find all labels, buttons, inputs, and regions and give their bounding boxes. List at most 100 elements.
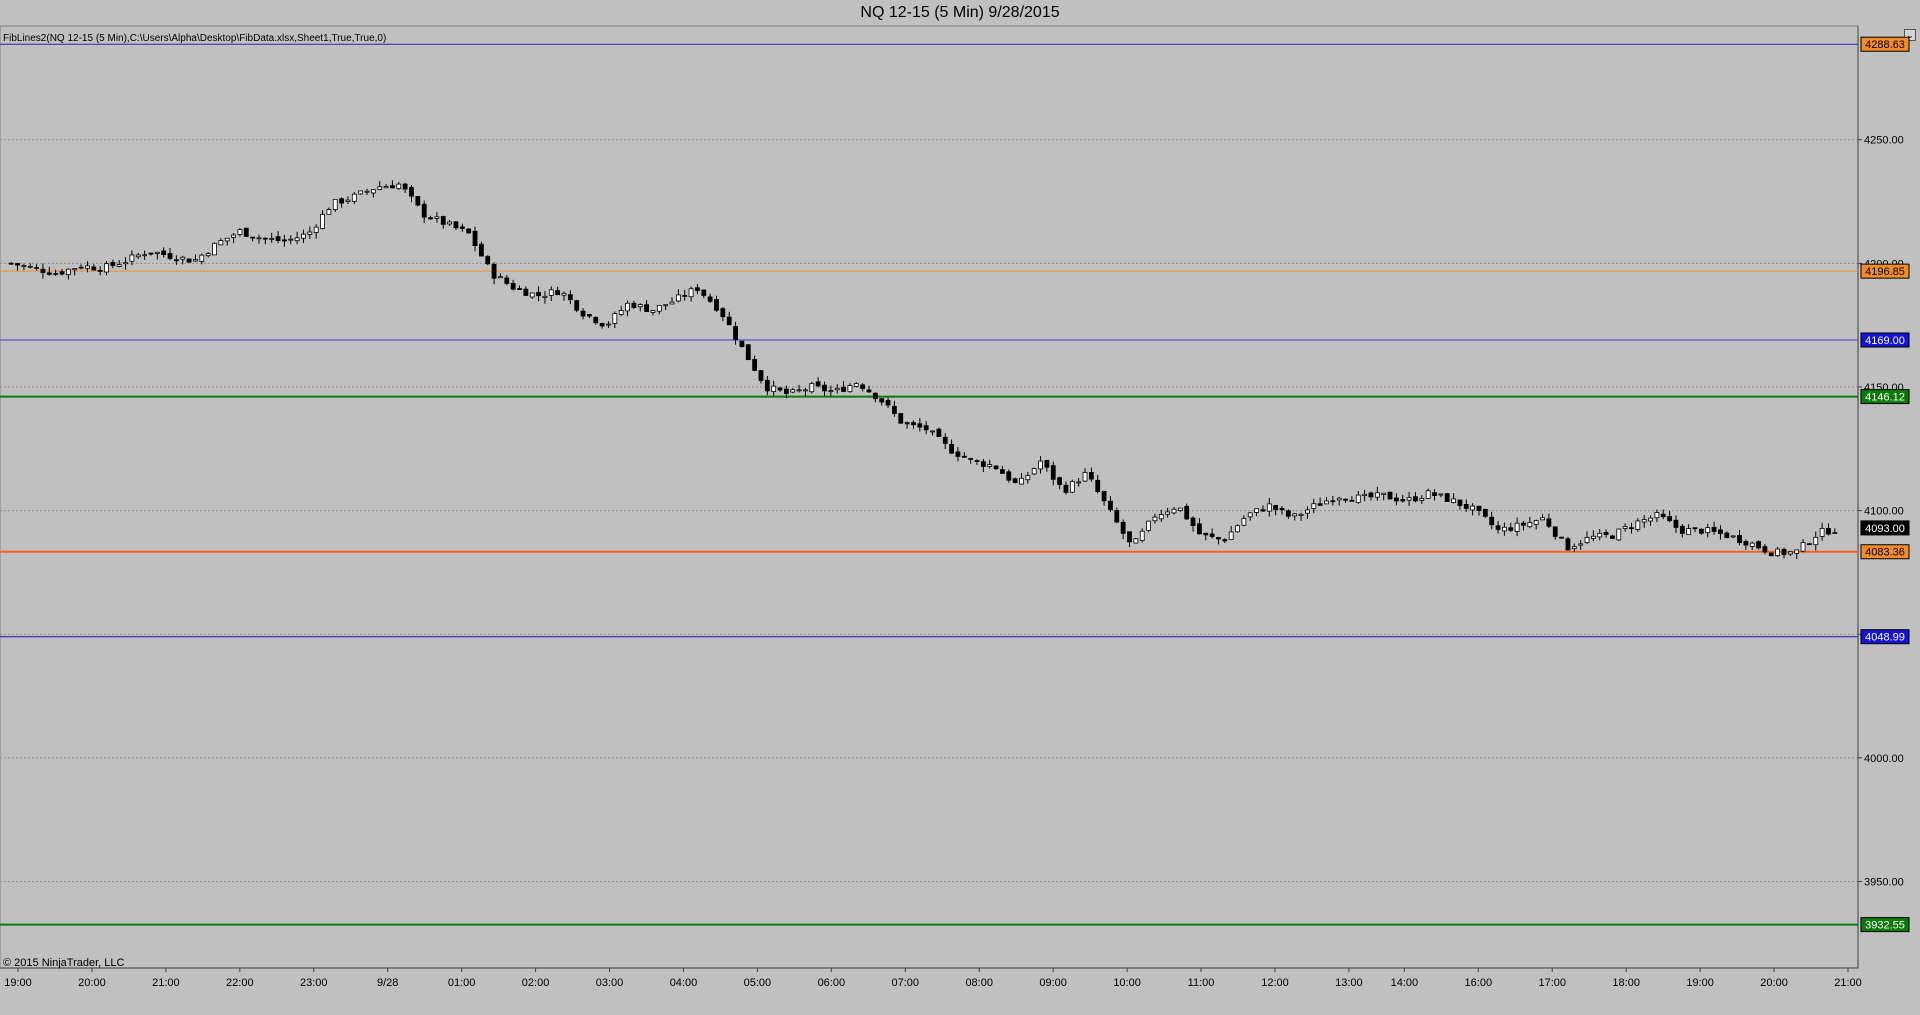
candle-body	[46, 272, 52, 275]
candle-body	[1082, 472, 1088, 482]
candle-body	[1552, 526, 1558, 537]
candle-body	[8, 262, 14, 265]
candle-body	[224, 237, 230, 242]
candle-body	[1826, 528, 1831, 535]
candle-body	[1095, 479, 1101, 492]
candle-body	[682, 294, 688, 297]
candle-body	[129, 254, 135, 262]
candle-body	[993, 465, 999, 470]
candle-body	[1235, 525, 1240, 533]
candle-body	[1527, 522, 1533, 528]
candle-body	[1216, 537, 1221, 540]
candle-body	[332, 198, 338, 210]
candle-body	[1133, 538, 1139, 544]
candle-body	[97, 269, 103, 272]
candle-body	[91, 266, 97, 271]
candle-body	[1266, 503, 1272, 512]
candle-body	[739, 340, 745, 347]
candle-body	[72, 268, 78, 271]
y-tick-label: 4000.00	[1864, 753, 1904, 765]
candle-body	[1031, 468, 1037, 475]
candle-body	[1139, 530, 1145, 541]
candle-body	[256, 237, 262, 240]
candle-body	[1279, 508, 1285, 511]
candle-body	[1775, 548, 1781, 557]
candle-body	[548, 289, 554, 296]
candle-body	[1692, 527, 1698, 530]
candle-body	[1406, 497, 1412, 501]
candlestick-chart[interactable]: 3950.004000.004050.004100.004150.004200.…	[0, 0, 1920, 1015]
candle-body	[726, 316, 732, 326]
candle-body	[250, 236, 256, 239]
y-tick-label: 3950.00	[1864, 876, 1904, 888]
x-tick-label: 16:00	[1465, 977, 1493, 989]
candle-body	[104, 263, 109, 273]
x-tick-label: 13:00	[1335, 977, 1363, 989]
candle-body	[1425, 490, 1431, 499]
candle-body	[1489, 516, 1495, 526]
x-tick-label: 21:00	[152, 977, 180, 989]
price-badge-label: 4048.99	[1865, 632, 1905, 644]
candle-body	[1127, 531, 1132, 543]
plot-area[interactable]	[0, 25, 1859, 969]
candle-body	[783, 388, 789, 394]
candle-body	[1330, 500, 1336, 503]
x-tick-label: 06:00	[818, 977, 846, 989]
candle-body	[1057, 477, 1063, 485]
candle-body	[1171, 508, 1177, 514]
candle-body	[205, 253, 211, 257]
candle-body	[923, 425, 929, 431]
candle-body	[1667, 516, 1673, 522]
candle-body	[478, 243, 484, 257]
candle-body	[822, 384, 827, 392]
candle-body	[1165, 511, 1171, 515]
candle-body	[1324, 500, 1329, 505]
candle-body	[1120, 521, 1126, 534]
candle-body	[1260, 509, 1266, 512]
candle-body	[879, 398, 885, 403]
candle-body	[1495, 525, 1501, 530]
candle-body	[529, 292, 535, 298]
candle-body	[892, 405, 897, 414]
candle-body	[536, 291, 541, 297]
candle-body	[237, 229, 243, 235]
candle-body	[764, 379, 770, 392]
candle-body	[1019, 477, 1024, 485]
candle-body	[1584, 536, 1590, 544]
candle-body	[1648, 517, 1653, 522]
candle-body	[587, 314, 592, 317]
candle-body	[1718, 529, 1723, 534]
candle-body	[123, 262, 128, 265]
candle-body	[1832, 532, 1838, 534]
x-tick-label: 03:00	[596, 977, 624, 989]
x-tick-label: 18:00	[1612, 977, 1640, 989]
candle-body	[1190, 517, 1196, 527]
candle-body	[78, 266, 84, 269]
candle-body	[231, 234, 236, 238]
candle-body	[243, 227, 249, 237]
candle-body	[313, 226, 319, 233]
candle-body	[961, 455, 967, 458]
price-badge-label: 4288.63	[1865, 39, 1905, 51]
candle-body	[351, 193, 357, 202]
candle-body	[1807, 543, 1812, 546]
candle-body	[523, 288, 529, 296]
candle-body	[377, 186, 383, 190]
candle-body	[1292, 513, 1298, 517]
candle-body	[421, 203, 427, 218]
candle-body	[440, 216, 446, 225]
candle-body	[1622, 526, 1628, 529]
candle-body	[1063, 484, 1069, 493]
candle-body	[1152, 516, 1158, 522]
candle-body	[383, 186, 389, 189]
y-tick-label: 4100.00	[1864, 506, 1904, 518]
candle-body	[307, 231, 313, 235]
candle-body	[1069, 481, 1075, 493]
candle-body	[555, 290, 561, 296]
copyright-text: © 2015 NinjaTrader, LLC	[3, 957, 125, 969]
x-tick-label: 14:00	[1391, 977, 1419, 989]
candle-body	[1673, 519, 1679, 528]
x-tick-label: 01:00	[448, 977, 476, 989]
candle-body	[345, 199, 351, 202]
candle-body	[1355, 494, 1361, 503]
